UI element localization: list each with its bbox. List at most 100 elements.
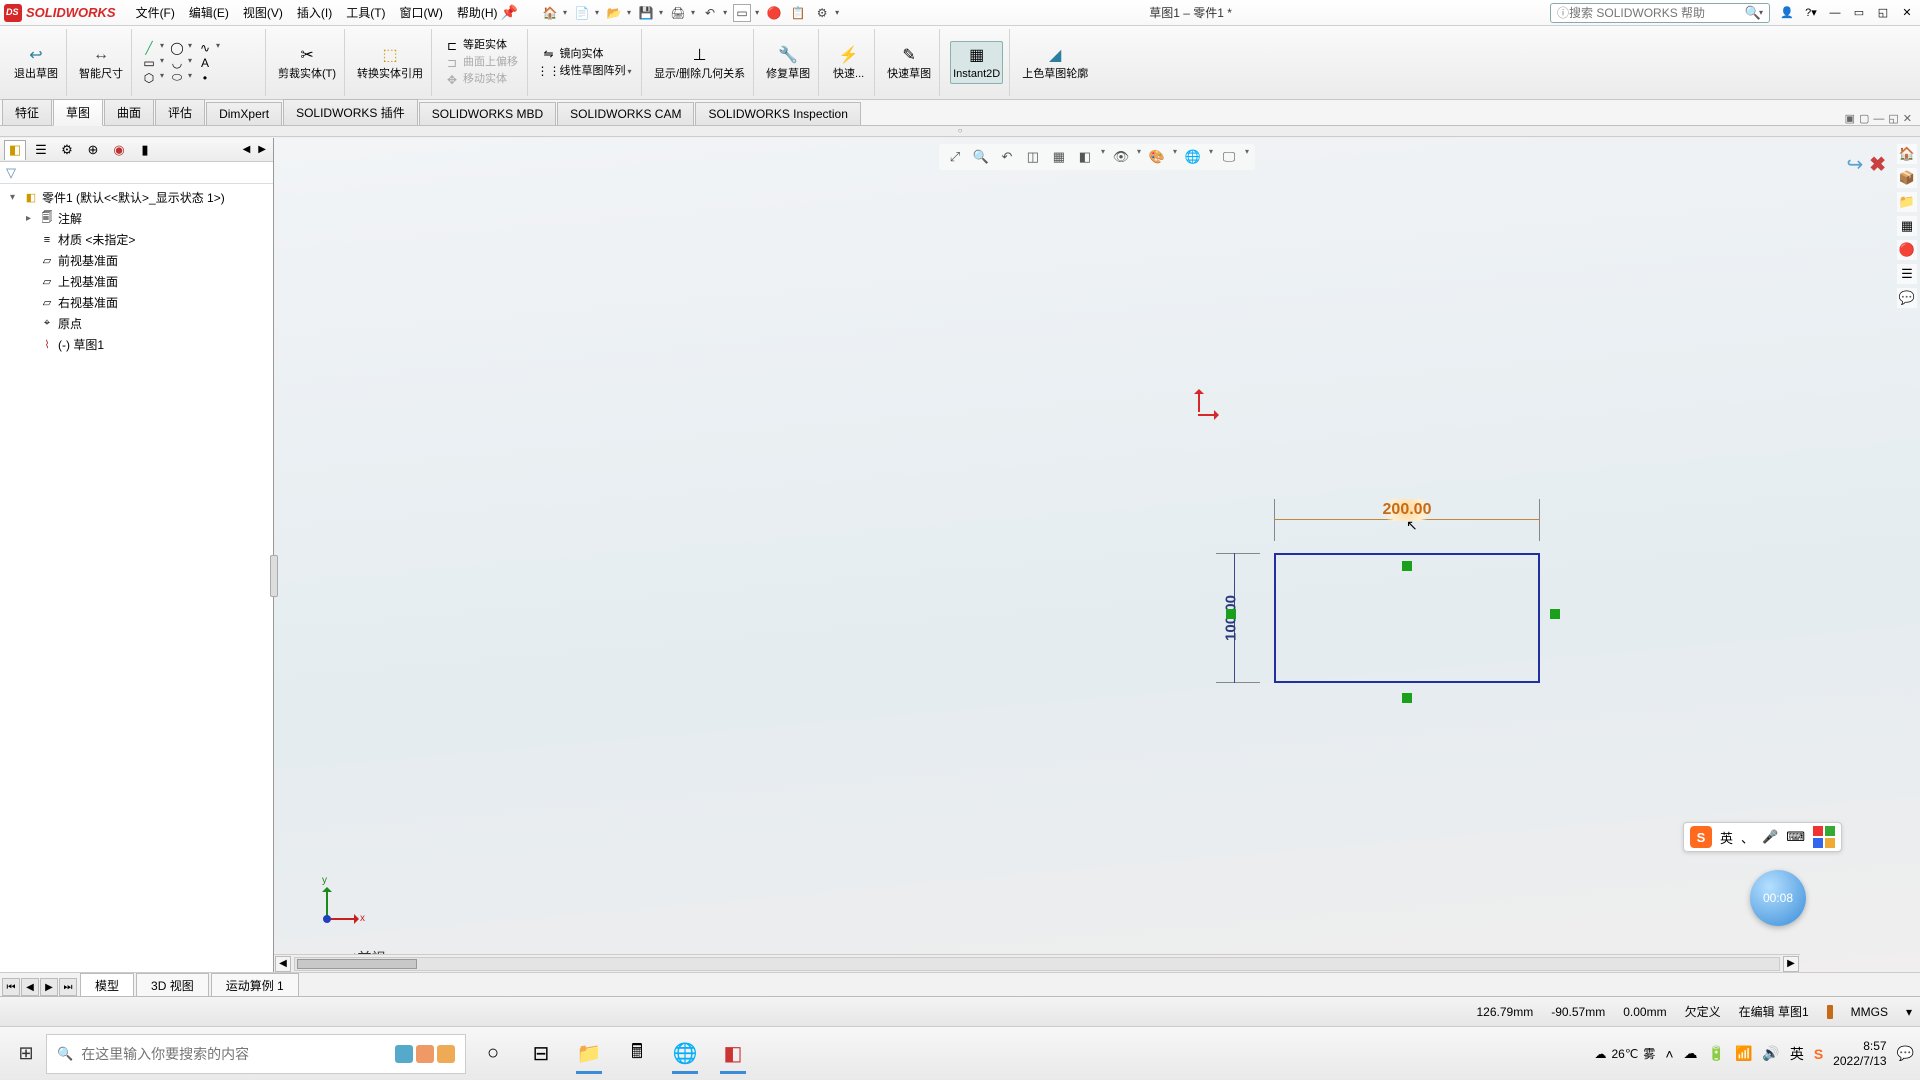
settings-icon[interactable]: ⚙ [813,4,831,22]
sogou-ime-icon[interactable]: S [1690,826,1712,848]
onedrive-icon[interactable]: ☁ [1684,1045,1698,1062]
tab-features[interactable]: 特征 [2,99,52,125]
point-icon[interactable]: • [198,71,212,85]
start-button[interactable]: ⊞ [6,1034,46,1074]
constraint-horizontal-icon[interactable] [1402,561,1412,571]
ellipse-icon[interactable]: ⬭ [170,71,184,85]
exit-sketch-button[interactable]: ↩ 退出草图 [12,42,60,82]
tree-front-plane[interactable]: ▱ 前视基准面 [4,250,269,271]
menu-tools[interactable]: 工具(T) [346,4,385,21]
panel-left-icon[interactable]: ◀ [240,144,254,155]
tree-origin[interactable]: ⌖ 原点 [4,313,269,334]
tree-root[interactable]: ▾ ◧ 零件1 (默认<<默认>_显示状态 1>) [4,187,269,208]
bottom-tab-model[interactable]: 模型 [80,973,134,997]
recording-timer[interactable]: 00:08 [1750,870,1806,926]
zoom-area-icon[interactable]: 🔍 [971,147,991,167]
tab-sketch[interactable]: 草图 [53,99,103,126]
sketch-rectangle[interactable] [1274,553,1540,683]
cortana-icon[interactable]: ○ [474,1034,512,1074]
instant2d-button[interactable]: ▦ Instant2D [950,41,1003,83]
tab-display-icon[interactable]: ◉ [108,140,130,160]
panel-dock-icon[interactable]: ▣ [1845,112,1855,125]
search-apps-icon[interactable] [395,1045,455,1063]
restore-icon[interactable]: ▭ [1850,4,1868,22]
scroll-thumb[interactable] [297,959,417,969]
scene-icon[interactable]: 🌐 [1183,147,1203,167]
panel-detach-icon[interactable]: ▢ [1859,112,1869,125]
confirm-sketch-icon[interactable]: ↪ [1846,152,1863,177]
menu-view[interactable]: 视图(V) [243,4,283,21]
tab-addins[interactable]: SOLIDWORKS 插件 [283,99,418,125]
battery-icon[interactable]: 🔋 [1708,1045,1725,1062]
tray-expand-icon[interactable]: ˄ [1665,1046,1673,1062]
menu-file[interactable]: 文件(F) [136,4,175,21]
tree-top-plane[interactable]: ▱ 上视基准面 [4,271,269,292]
calculator-icon[interactable]: 🖩 [618,1034,656,1074]
status-pin-icon[interactable] [1827,1005,1833,1019]
nav-last-icon[interactable]: ⏭ [59,978,77,996]
constraint-vertical-icon[interactable] [1550,609,1560,619]
bottom-tab-3dview[interactable]: 3D 视图 [136,973,209,997]
ime-toolbar[interactable]: S 英 、 🎤 ⌨ [1683,822,1842,852]
scroll-left-icon[interactable]: ◀ [275,956,291,972]
linear-pattern-button[interactable]: ⋮⋮线性草图阵列▾ [539,63,635,79]
file-explorer-icon[interactable]: 📁 [570,1034,608,1074]
tab-mbd[interactable]: SOLIDWORKS MBD [419,102,556,125]
view-orient-icon[interactable]: ▦ [1049,147,1069,167]
tab-featuremanager-icon[interactable]: ◧ [4,140,26,160]
solidworks-taskbar-icon[interactable]: ◧ [714,1034,752,1074]
options-icon[interactable]: 📋 [789,4,807,22]
design-library-icon[interactable]: 📦 [1897,168,1917,188]
rect-icon[interactable]: ▭ [142,56,156,70]
volume-icon[interactable]: 🔊 [1762,1045,1779,1062]
smart-dimension-button[interactable]: ↔ 智能尺寸 [77,42,125,82]
view-settings-icon[interactable]: 🖵 [1219,147,1239,167]
select-icon[interactable]: ▭ [733,4,751,22]
open-icon[interactable]: 📂 [605,4,623,22]
graphics-canvas[interactable]: ⤢ 🔍 ↶ ◫ ▦ ◧▾ 👁▾ 🎨▾ 🌐▾ 🖵▾ ↪ ✖ 🏠 📦 📁 ▦ 🔴 ☰… [274,138,1920,972]
windows-search-input[interactable] [81,1046,387,1062]
tab-dimxpert-icon[interactable]: ⊕ [82,140,104,160]
quick-snap-button[interactable]: ✎ 快速草图 [885,42,933,82]
appearance-icon[interactable]: 🎨 [1147,147,1167,167]
file-explorer-icon[interactable]: 📁 [1897,192,1917,212]
new-icon[interactable]: 📄 [573,4,591,22]
nav-prev-icon[interactable]: ◀ [21,978,39,996]
horizontal-scrollbar[interactable]: ◀ ▶ [274,954,1800,972]
offset-button[interactable]: ⊏等距实体 [442,38,521,54]
undo-icon[interactable]: ↶ [701,4,719,22]
help-dropdown-icon[interactable]: ?▾ [1802,4,1820,22]
help-search[interactable]: ⓘ 🔍▾ [1550,3,1770,23]
pin-icon[interactable]: 📌 [501,4,518,21]
windows-search[interactable]: 🔍 [46,1034,466,1074]
ime-grid-icon[interactable] [1813,826,1835,848]
menu-window[interactable]: 窗口(W) [400,4,443,21]
quick-button[interactable]: ⚡ 快速... [831,42,866,82]
help-search-input[interactable] [1569,6,1745,20]
hide-show-icon[interactable]: 👁 [1111,147,1131,167]
status-dropdown-icon[interactable]: ▾ [1906,1005,1912,1019]
collapse-icon[interactable]: ▾ [10,192,20,203]
nav-next-icon[interactable]: ▶ [40,978,58,996]
weather-widget[interactable]: ☁ 26℃ 雾 [1594,1045,1655,1062]
home-icon[interactable]: 🏠 [541,4,559,22]
nav-first-icon[interactable]: ⏮ [2,978,20,996]
spline-icon[interactable]: ∿ [198,41,212,55]
prev-view-icon[interactable]: ↶ [997,147,1017,167]
maximize-icon[interactable]: ◱ [1874,4,1892,22]
text-icon[interactable]: A [198,56,212,70]
resources-icon[interactable]: 🏠 [1897,144,1917,164]
menu-edit[interactable]: 编辑(E) [189,4,229,21]
tree-annotations[interactable]: ▸ 🗐 注解 [4,208,269,229]
forum-icon[interactable]: 💬 [1897,288,1917,308]
tab-inspection[interactable]: SOLIDWORKS Inspection [695,102,860,125]
circle-icon[interactable]: ◯ [170,41,184,55]
close-icon[interactable]: ✕ [1898,4,1916,22]
ime-voice-icon[interactable]: 🎤 [1762,829,1778,845]
cancel-sketch-icon[interactable]: ✖ [1869,152,1886,177]
tree-material[interactable]: ≡ 材质 <未指定> [4,229,269,250]
section-view-icon[interactable]: ◫ [1023,147,1043,167]
panel-min-icon[interactable]: — [1873,113,1884,125]
status-units[interactable]: MMGS [1851,1005,1888,1019]
arc-icon[interactable]: ◡ [170,56,184,70]
